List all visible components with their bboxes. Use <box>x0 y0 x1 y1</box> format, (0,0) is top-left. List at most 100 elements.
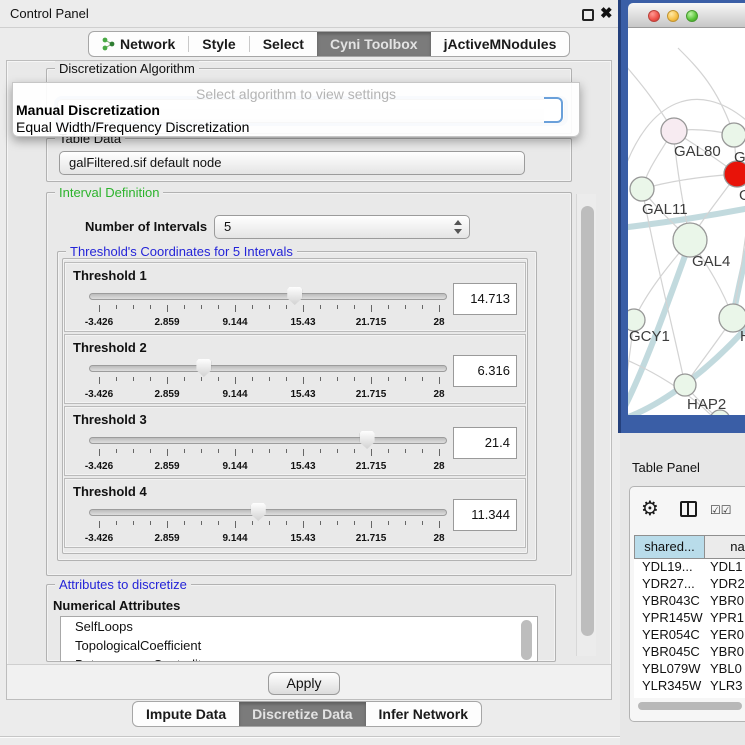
tick-label: 9.144 <box>222 317 247 328</box>
tab-network[interactable]: Network <box>89 32 188 56</box>
group-title-thresholds: Threshold's Coordinates for 5 Intervals <box>66 244 297 259</box>
slider-thumb[interactable] <box>287 287 302 305</box>
node-label: G <box>739 187 745 204</box>
table-row[interactable]: YER054CYER0 <box>634 627 745 644</box>
attribute-item[interactable]: SelfLoops <box>61 617 537 636</box>
table-row[interactable]: YLR345WYLR3 <box>634 678 745 695</box>
threshold-value-field[interactable]: 6.316 <box>453 355 517 387</box>
column-header-shared[interactable]: shared... <box>634 535 705 559</box>
tick-label: 9.144 <box>222 461 247 472</box>
slider-track[interactable] <box>89 293 447 300</box>
table-row[interactable]: YBR043CYBR0 <box>634 593 745 610</box>
threshold-label: Threshold 1 <box>73 268 147 283</box>
float-window-icon[interactable] <box>582 9 594 21</box>
threshold-value-field[interactable]: 21.4 <box>453 427 517 459</box>
gear-icon[interactable]: ⚙ <box>641 496 659 520</box>
attribute-item[interactable]: TopologicalCoefficient <box>61 636 537 655</box>
number-of-intervals-combobox[interactable]: 5 <box>214 215 470 239</box>
tab-infer-network[interactable]: Infer Network <box>366 702 481 726</box>
cell-name[interactable]: YPR1 <box>704 610 744 625</box>
cell-shared-name[interactable]: YBL079W <box>634 661 704 676</box>
cell-shared-name[interactable]: YBR043C <box>634 593 704 608</box>
numerical-attributes-list[interactable]: SelfLoopsTopologicalCoefficientBetweenne… <box>60 616 538 662</box>
network-node[interactable] <box>630 177 654 201</box>
columns-icon[interactable] <box>680 501 697 517</box>
tab-select[interactable]: Select <box>250 32 317 56</box>
settings-scrollbar-thumb[interactable] <box>581 206 594 636</box>
slider-track[interactable] <box>89 365 447 372</box>
table-row[interactable]: YPR145WYPR1 <box>634 610 745 627</box>
network-node[interactable] <box>673 223 707 257</box>
tab-label: jActiveMNodules <box>444 36 557 52</box>
apply-button[interactable]: Apply <box>268 672 340 695</box>
table-row[interactable]: YDR27...YDR2 <box>634 576 745 593</box>
table-row[interactable]: YBL079WYBL0 <box>634 661 745 678</box>
slider-thumb[interactable] <box>251 503 266 521</box>
slider-thumb[interactable] <box>196 359 211 377</box>
table-data-combobox[interactable]: galFiltered.sif default node <box>59 151 525 175</box>
tick-label: 21.715 <box>356 533 387 544</box>
network-node[interactable] <box>661 118 687 144</box>
slider-thumb[interactable] <box>360 431 375 449</box>
tab-cyni-toolbox[interactable]: Cyni Toolbox <box>317 32 431 56</box>
table-row[interactable]: YBR045CYBR0 <box>634 644 745 661</box>
tab-discretize-data[interactable]: Discretize Data <box>239 702 365 726</box>
cell-name[interactable]: YBR0 <box>704 644 744 659</box>
group-title-attributes: Attributes to discretize <box>55 577 191 592</box>
tab-impute-data[interactable]: Impute Data <box>133 702 239 726</box>
cell-name[interactable]: YBL0 <box>704 661 742 676</box>
table-rows[interactable]: YDL19...YDL1YDR27...YDR2YBR043CYBR0YPR14… <box>634 559 745 698</box>
network-edge[interactable] <box>642 174 737 189</box>
attributes-list-scrollbar[interactable] <box>521 620 532 660</box>
threshold-label: Threshold 4 <box>73 484 147 499</box>
tick-label: 21.715 <box>356 461 387 472</box>
cell-shared-name[interactable]: YLR345W <box>634 678 704 693</box>
table-hscrollbar[interactable] <box>638 702 742 710</box>
popup-item-equal-width-frequency[interactable]: Equal Width/Frequency Discretization <box>16 119 249 135</box>
tab-style[interactable]: Style <box>189 32 248 56</box>
tab-label: Infer Network <box>379 706 468 722</box>
network-edge[interactable] <box>678 48 734 135</box>
cell-shared-name[interactable]: YIL052C <box>634 695 704 698</box>
close-traffic-light-icon[interactable] <box>648 10 660 22</box>
table-row[interactable]: YDL19...YDL1 <box>634 559 745 576</box>
threshold-value-field[interactable]: 14.713 <box>453 283 517 315</box>
zoom-traffic-light-icon[interactable] <box>686 10 698 22</box>
network-node[interactable] <box>674 374 696 396</box>
slider-track[interactable] <box>89 437 447 444</box>
tick-label: 28 <box>433 461 444 472</box>
cell-shared-name[interactable]: YPR145W <box>634 610 704 625</box>
tick-label: 15.43 <box>290 317 315 328</box>
cell-name[interactable]: YER0 <box>704 627 744 642</box>
network-icon <box>102 37 115 51</box>
tick-label: 2.859 <box>154 461 179 472</box>
minimize-traffic-light-icon[interactable] <box>667 10 679 22</box>
cell-name[interactable]: YIL0 <box>704 695 737 698</box>
node-label: GCY1 <box>629 328 670 345</box>
cell-name[interactable]: YDL1 <box>704 559 743 574</box>
tick-label: 9.144 <box>222 533 247 544</box>
cell-shared-name[interactable]: YDR27... <box>634 576 704 591</box>
slider-track[interactable] <box>89 509 447 516</box>
table-row[interactable]: YIL052CYIL0 <box>634 695 745 698</box>
tab-jactivemnodules[interactable]: jActiveMNodules <box>431 32 570 56</box>
close-icon[interactable]: ✖ <box>600 4 613 22</box>
column-header-name[interactable]: na <box>705 535 745 559</box>
cell-shared-name[interactable]: YBR045C <box>634 644 704 659</box>
network-node[interactable] <box>722 123 745 147</box>
cell-name[interactable]: YBR0 <box>704 593 744 608</box>
cell-name[interactable]: YDR2 <box>704 576 745 591</box>
checkbox-pair-icon[interactable]: ☑☑ <box>710 503 732 517</box>
table-header: shared... na <box>634 535 745 559</box>
attribute-item[interactable]: BetweennessCentrality <box>61 655 537 662</box>
cell-name[interactable]: YLR3 <box>704 678 743 693</box>
popup-item-manual-discretization[interactable]: Manual Discretization <box>16 102 160 118</box>
focused-combo-edge[interactable] <box>544 97 563 123</box>
network-canvas[interactable]: GAL80GALGGAL11GAL4GCY1HHAP2 <box>628 28 745 415</box>
table-toolbar: ⚙ ☑☑ <box>630 487 745 533</box>
threshold-label: Threshold 2 <box>73 340 147 355</box>
cell-shared-name[interactable]: YDL19... <box>634 559 704 574</box>
network-window-titlebar[interactable] <box>628 3 745 28</box>
threshold-value-field[interactable]: 11.344 <box>453 499 517 531</box>
cell-shared-name[interactable]: YER054C <box>634 627 704 642</box>
